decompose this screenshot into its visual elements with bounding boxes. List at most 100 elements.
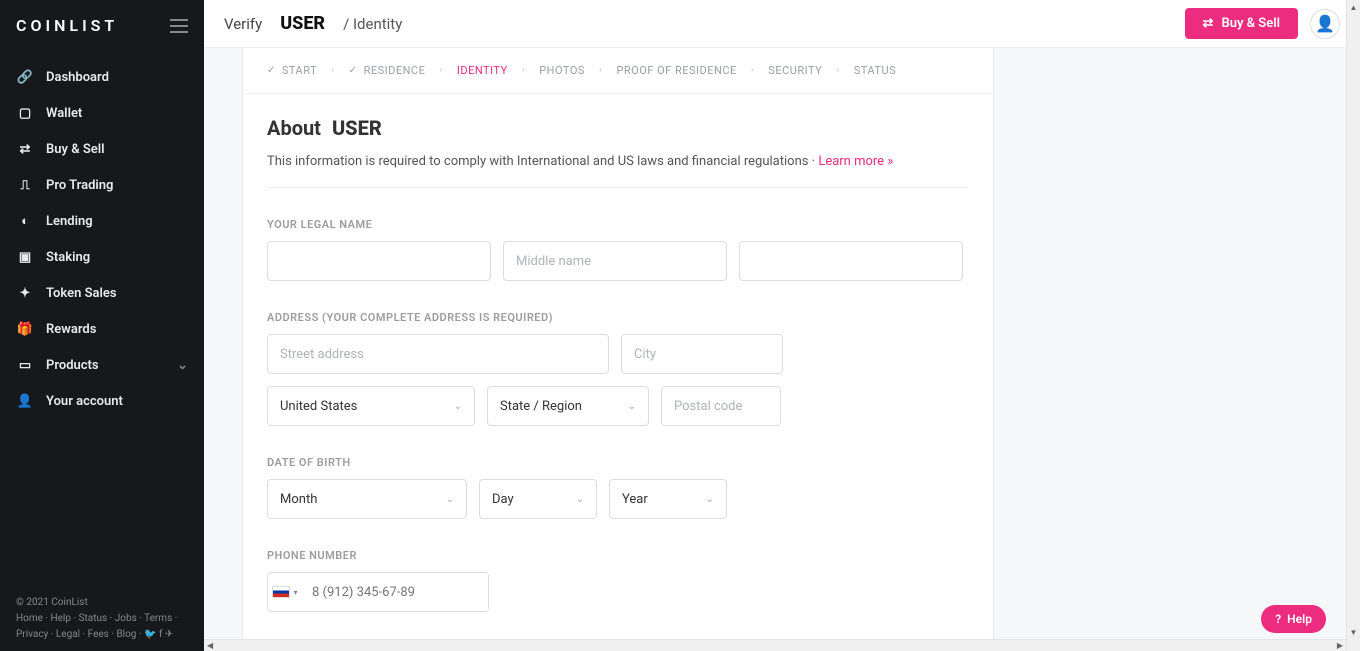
footer-links-row1: Home · Help · Status · Jobs · Terms ·: [16, 611, 188, 627]
phone-field: ▾: [267, 572, 489, 612]
menu-toggle-icon[interactable]: [170, 19, 188, 33]
swap-icon: ⇄: [16, 140, 34, 158]
scroll-up-icon[interactable]: ▲: [1347, 0, 1360, 14]
topbar-right: ⇄Buy & Sell 👤: [1185, 8, 1340, 39]
breadcrumb: Verify USER / Identity: [224, 13, 402, 34]
sidebar-item-account[interactable]: 👤Your account: [0, 383, 204, 419]
breadcrumb-identity: / Identity: [343, 15, 402, 33]
buy-sell-button[interactable]: ⇄Buy & Sell: [1185, 8, 1298, 39]
account-avatar[interactable]: 👤: [1310, 9, 1340, 39]
phone-row: ▾: [267, 572, 969, 612]
sidebar-footer: © 2021 CoinList Home · Help · Status · J…: [16, 595, 188, 643]
lending-icon: ◐: [16, 212, 34, 230]
intro-text: This information is required to comply w…: [267, 154, 969, 188]
sidebar-item-products[interactable]: ▭Products⌄: [0, 347, 204, 383]
country-select[interactable]: United States ⌄: [267, 386, 475, 426]
sidebar-item-label: Pro Trading: [46, 178, 113, 193]
legal-name-label: YOUR LEGAL NAME: [267, 218, 969, 231]
sidebar-item-lending[interactable]: ◐ Lending: [0, 203, 204, 239]
breadcrumb-user: USER: [280, 13, 325, 34]
country-flag-select[interactable]: ▾: [268, 586, 302, 598]
vertical-scrollbar[interactable]: ▲ ▼: [1346, 0, 1360, 651]
select-value: United States: [280, 399, 357, 414]
sidebar-item-label: Rewards: [46, 322, 96, 337]
step-photos[interactable]: PHOTOS: [539, 64, 585, 77]
footer-link[interactable]: Terms: [144, 613, 172, 624]
flag-ru-icon: [272, 586, 290, 598]
sidebar-item-wallet[interactable]: ▢Wallet: [0, 95, 204, 131]
last-name-input[interactable]: [739, 241, 963, 281]
main: Verify USER / Identity ⇄Buy & Sell 👤 STA…: [204, 0, 1360, 651]
about-user: USER: [332, 116, 382, 140]
progress-steps: START › RESIDENCE › IDENTITY › PHOTOS › PROO…: [243, 48, 993, 94]
footer-link[interactable]: Help: [51, 613, 71, 624]
chevron-right-icon: ›: [439, 65, 443, 76]
footer-link[interactable]: Status: [79, 613, 108, 624]
sidebar-item-label: Buy & Sell: [46, 142, 105, 157]
telegram-icon[interactable]: ✈: [165, 629, 173, 640]
year-select[interactable]: Year⌄: [609, 479, 727, 519]
sidebar-item-buy-sell[interactable]: ⇄ Buy & Sell: [0, 131, 204, 167]
horizontal-scrollbar[interactable]: ◀▶: [204, 639, 1346, 651]
chevron-down-icon: ⌄: [576, 494, 584, 505]
street-input[interactable]: [267, 334, 609, 374]
select-value: Year: [622, 492, 648, 507]
sidebar-item-dashboard[interactable]: 🔗Dashboard: [0, 59, 204, 95]
scroll-down-icon[interactable]: ▼: [1347, 625, 1360, 639]
footer-link[interactable]: Fees: [88, 629, 109, 640]
address-label: ADDRESS (YOUR COMPLETE ADDRESS IS REQUIR…: [267, 311, 969, 324]
phone-label: PHONE NUMBER: [267, 549, 969, 562]
first-name-input[interactable]: [267, 241, 491, 281]
footer-link[interactable]: Privacy: [16, 629, 48, 640]
step-proof[interactable]: PROOF OF RESIDENCE: [616, 64, 736, 77]
facebook-icon[interactable]: f: [159, 629, 162, 640]
intro-copy: This information is required to comply w…: [267, 154, 818, 169]
sidebar-item-staking[interactable]: ▣Staking: [0, 239, 204, 275]
chevron-right-icon: ›: [522, 65, 526, 76]
footer-link[interactable]: Legal: [56, 629, 80, 640]
day-select[interactable]: Day ⌄: [479, 479, 597, 519]
sidebar-item-label: Staking: [46, 250, 90, 265]
middle-name-input[interactable]: [503, 241, 727, 281]
state-select[interactable]: State / Region⌄: [487, 386, 649, 426]
postal-input[interactable]: [661, 386, 781, 426]
step-start[interactable]: START: [267, 64, 317, 77]
help-button[interactable]: ?Help: [1261, 605, 1326, 633]
breadcrumb-verify: Verify: [224, 15, 262, 33]
chevron-right-icon: ›: [751, 65, 755, 76]
token-icon: ✦: [16, 284, 34, 302]
sidebar-item-rewards[interactable]: 🎁 Rewards: [0, 311, 204, 347]
chevron-down-icon: ⌄: [454, 401, 462, 412]
twitter-icon[interactable]: 🐦: [144, 629, 156, 640]
card-body: About USER This information is required …: [243, 94, 993, 651]
footer-link[interactable]: Blog: [116, 629, 136, 640]
step-status[interactable]: STATUS: [854, 64, 896, 77]
help-label: Help: [1287, 612, 1312, 626]
footer-link[interactable]: Home: [16, 613, 43, 624]
sidebar-item-label: Dashboard: [46, 70, 109, 85]
learn-more-link[interactable]: Learn more »: [818, 154, 893, 169]
select-value: Month: [280, 492, 317, 507]
month-select[interactable]: Month⌄: [267, 479, 467, 519]
copyright: © 2021 CoinList: [16, 595, 188, 611]
about-prefix: About: [267, 116, 321, 140]
sidebar-item-token-sales[interactable]: ✦Token Sales: [0, 275, 204, 311]
scroll-right-icon[interactable]: ▶: [1334, 641, 1346, 650]
scroll-left-icon[interactable]: ◀: [204, 641, 216, 650]
step-identity[interactable]: IDENTITY: [457, 64, 508, 77]
chevron-right-icon: ›: [331, 65, 335, 76]
step-security[interactable]: SECURITY: [768, 64, 822, 77]
content-area: START › RESIDENCE › IDENTITY › PHOTOS › PROO…: [204, 48, 1360, 651]
select-value: Day: [492, 492, 514, 507]
footer-link[interactable]: Jobs: [115, 613, 137, 624]
sidebar-item-label: Lending: [46, 214, 93, 229]
caret-down-icon: ▾: [293, 588, 297, 597]
step-residence[interactable]: RESIDENCE: [349, 64, 426, 77]
chevron-down-icon: ⌄: [628, 401, 636, 412]
city-input[interactable]: [621, 334, 783, 374]
phone-input[interactable]: [302, 573, 488, 611]
sidebar-item-pro-trading[interactable]: ⎍Pro Trading: [0, 167, 204, 203]
sidebar-item-label: Products: [46, 358, 99, 373]
gift-icon: 🎁: [16, 320, 34, 338]
dob-label: DATE OF BIRTH: [267, 456, 969, 469]
